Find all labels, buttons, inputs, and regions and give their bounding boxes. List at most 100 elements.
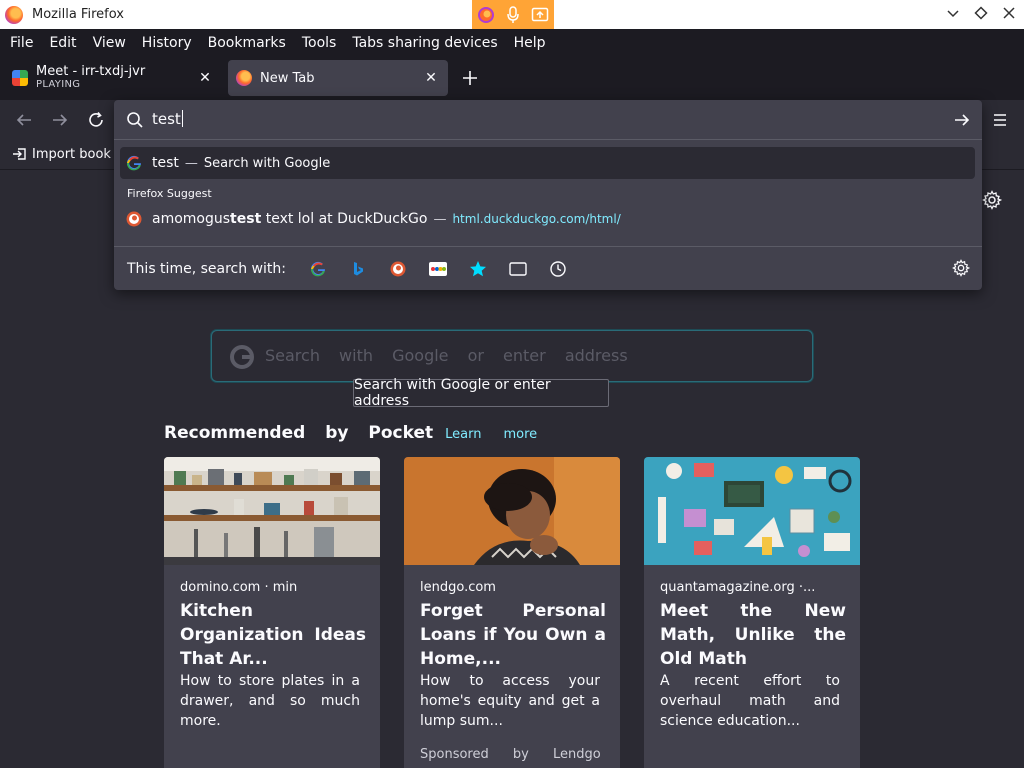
google-icon — [310, 261, 325, 276]
tab-bar: Meet - irr-txdj-jvr PLAYING ✕ New Tab ✕ — [0, 56, 1024, 100]
urlbar-input-row[interactable]: test — [114, 100, 982, 140]
history-icon — [550, 260, 566, 277]
google-engine-button[interactable] — [298, 254, 338, 284]
close-tab-icon[interactable]: ✕ — [196, 69, 214, 87]
suggestion-separator: — — [184, 155, 198, 171]
firefox-suggest-row[interactable]: amomogustest text lol at DuckDuckGo — ht… — [120, 203, 975, 235]
duckduckgo-engine-button[interactable] — [378, 254, 418, 284]
search-suggestion-row[interactable]: test — Search with Google — [120, 147, 975, 179]
menu-tools[interactable]: Tools — [294, 35, 345, 51]
microphone-icon[interactable] — [502, 4, 524, 26]
sharing-indicator[interactable] — [472, 0, 554, 29]
card-headline: Forget Personal Loans if You Own a Home,… — [420, 601, 606, 669]
import-bookmarks-label: Import book — [32, 146, 111, 162]
suggest-separator: — — [433, 211, 447, 227]
close-window-icon[interactable] — [1002, 6, 1016, 24]
back-arrow-icon — [16, 114, 31, 126]
google-icon — [126, 155, 141, 171]
urlbar-panel: test test — Search with Google Firefox S… — [114, 100, 982, 290]
menu-file[interactable]: File — [2, 35, 41, 51]
suggest-url: html.duckduckgo.com/html/ — [452, 212, 621, 226]
card-headline: Kitchen Organization Ideas That Ar... — [180, 601, 366, 669]
ebay-icon — [428, 261, 447, 276]
google-meet-icon — [12, 70, 28, 86]
reload-button[interactable] — [84, 108, 108, 132]
plus-icon — [463, 71, 477, 85]
suggest-title: amomogustest text lol at DuckDuckGo — [152, 211, 428, 227]
tabs-engine-button[interactable] — [498, 254, 538, 284]
firefox-sharing-icon[interactable] — [475, 4, 497, 26]
close-tab-icon[interactable]: ✕ — [422, 69, 440, 87]
reload-icon — [89, 111, 103, 127]
newtab-search-box[interactable]: Search with Google or enter address — [211, 330, 813, 382]
pocket-learn-link[interactable]: Learn — [445, 427, 481, 442]
window-controls — [946, 0, 1016, 29]
suggestion-term: test — [152, 155, 179, 171]
forward-button[interactable] — [48, 108, 72, 132]
pocket-card[interactable]: quantamagazine.org ·... Meet the New Mat… — [644, 457, 860, 768]
bookmarks-star-icon — [469, 260, 486, 276]
menu-history[interactable]: History — [134, 35, 200, 51]
card-excerpt: How to store plates in a drawer, and so … — [180, 673, 360, 729]
ebay-engine-button[interactable] — [418, 254, 458, 284]
forward-arrow-icon — [53, 114, 68, 126]
newtab-search-placeholder: Search with Google or enter address — [265, 346, 628, 365]
woman-reading-image — [404, 457, 620, 565]
hamburger-icon — [994, 114, 1006, 126]
kitchen-shelves-image — [164, 457, 380, 565]
import-icon — [13, 148, 26, 160]
history-engine-button[interactable] — [538, 254, 578, 284]
go-arrow-icon[interactable] — [952, 110, 972, 130]
tab-title: Meet - irr-txdj-jvr — [36, 64, 146, 79]
app-menu-button[interactable] — [988, 108, 1012, 132]
one-off-label: This time, search with: — [127, 260, 286, 277]
pocket-title: Recommended by Pocket — [164, 423, 434, 443]
bing-engine-button[interactable] — [338, 254, 378, 284]
card-source: domino.com · min — [180, 580, 298, 595]
tab-playing-label: PLAYING — [36, 79, 81, 90]
window-title: Mozilla Firefox — [32, 7, 124, 22]
maximize-icon[interactable] — [974, 5, 988, 24]
firefox-favicon-icon — [236, 70, 252, 86]
tab-title: New Tab — [260, 70, 315, 86]
bookmarks-engine-button[interactable] — [458, 254, 498, 284]
menu-tabs-sharing-devices[interactable]: Tabs sharing devices — [344, 35, 505, 51]
suggestion-action: Search with Google — [203, 155, 331, 171]
search-settings-gear-icon[interactable] — [952, 259, 970, 277]
new-tab-button[interactable] — [458, 64, 482, 92]
search-tooltip: Search with Google or enter address — [353, 377, 609, 409]
menu-edit[interactable]: Edit — [41, 35, 84, 51]
minimize-icon[interactable] — [946, 6, 960, 24]
tabs-icon — [509, 261, 527, 276]
duckduckgo-icon — [390, 261, 406, 276]
menu-bar: File Edit View History Bookmarks Tools T… — [0, 29, 1024, 56]
pocket-header: Recommended by Pocket Learn more — [164, 423, 537, 443]
urlbar-input[interactable]: test — [152, 110, 183, 128]
card-sponsor-label: Sponsored by Lendgo — [420, 747, 601, 762]
card-excerpt: A recent effort to overhaul math and sci… — [660, 673, 840, 729]
menu-view[interactable]: View — [85, 35, 134, 51]
urlbar-input-value: test — [152, 110, 181, 128]
tab-meet[interactable]: Meet - irr-txdj-jvr PLAYING ✕ — [4, 60, 222, 96]
pocket-card[interactable]: lendgo.com Forget Personal Loans if You … — [404, 457, 620, 768]
tab-new-tab[interactable]: New Tab ✕ — [228, 60, 448, 96]
gear-icon — [982, 190, 1003, 210]
pocket-card[interactable]: domino.com · min Kitchen Organization Id… — [164, 457, 380, 768]
duckduckgo-icon — [126, 211, 142, 227]
back-button[interactable] — [12, 108, 36, 132]
screen-share-icon[interactable] — [529, 4, 551, 26]
firefox-suggest-label: Firefox Suggest — [127, 187, 212, 200]
pocket-more-link[interactable]: more — [503, 427, 537, 442]
menu-help[interactable]: Help — [506, 35, 554, 51]
menu-bookmarks[interactable]: Bookmarks — [200, 35, 294, 51]
import-bookmarks-button[interactable]: Import book — [12, 146, 111, 162]
page-settings-button[interactable] — [982, 190, 1003, 214]
title-bar: Mozilla Firefox — [0, 0, 1024, 29]
bing-icon — [353, 261, 363, 275]
card-source: quantamagazine.org ·... — [660, 580, 816, 595]
card-source: lendgo.com — [420, 580, 496, 595]
search-icon — [127, 112, 143, 128]
firefox-logo-icon — [5, 5, 23, 24]
card-excerpt: How to access your home's equity and get… — [420, 673, 600, 729]
math-objects-image — [644, 457, 860, 565]
